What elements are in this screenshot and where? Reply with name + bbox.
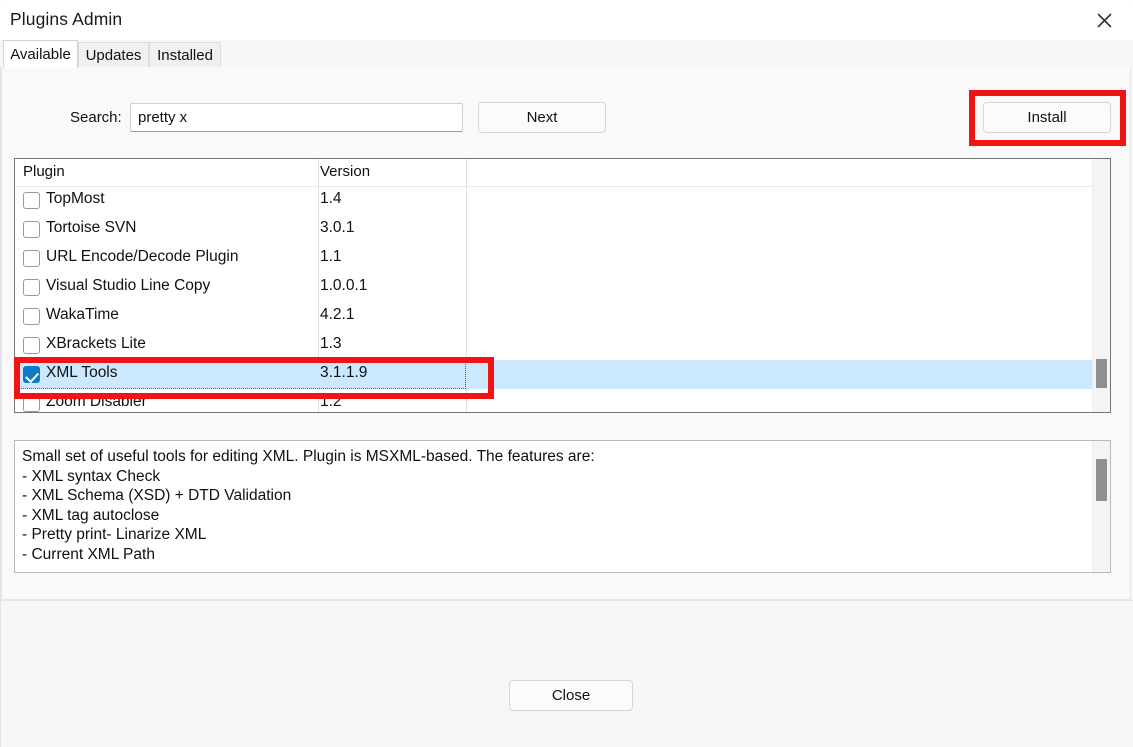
next-button[interactable]: Next [478, 102, 606, 133]
plugin-name: XBrackets Lite [46, 335, 146, 352]
plugins-admin-window: Plugins Admin Available Updates Installe… [0, 0, 1133, 747]
bottom-divider [0, 600, 1133, 601]
page-title: Plugins Admin [10, 9, 123, 29]
table-row[interactable]: WakaTime 4.2.1 [15, 302, 1110, 331]
close-icon[interactable] [1081, 0, 1127, 40]
plugin-version: 1.3 [320, 335, 342, 352]
plugin-name: XML Tools [46, 364, 118, 381]
plugin-list-scrollbar[interactable] [1092, 159, 1110, 412]
close-button[interactable]: Close [509, 680, 633, 711]
checkbox-unchecked[interactable] [23, 250, 40, 267]
plugin-version: 1.2 [320, 393, 342, 410]
column-header-version[interactable]: Version [320, 163, 370, 180]
plugin-version: 1.0.0.1 [320, 277, 368, 294]
checkbox-unchecked[interactable] [23, 308, 40, 325]
plugin-version: 1.4 [320, 190, 342, 207]
tab-available[interactable]: Available [3, 40, 78, 68]
checkbox-unchecked[interactable] [23, 221, 40, 238]
title-bar: Plugins Admin [0, 0, 1133, 40]
checkbox-unchecked[interactable] [23, 192, 40, 209]
plugin-version: 3.1.1.9 [320, 364, 368, 381]
checkbox-checked[interactable] [23, 366, 40, 383]
table-row[interactable]: XBrackets Lite 1.3 [15, 331, 1110, 360]
plugin-name: Tortoise SVN [46, 219, 137, 236]
table-row[interactable]: URL Encode/Decode Plugin 1.1 [15, 244, 1110, 273]
plugin-version: 4.2.1 [320, 306, 355, 323]
table-row[interactable]: Visual Studio Line Copy 1.0.0.1 [15, 273, 1110, 302]
plugin-name: TopMost [46, 190, 105, 207]
plugin-name: URL Encode/Decode Plugin [46, 248, 239, 265]
tab-installed[interactable]: Installed [149, 42, 221, 67]
plugin-description-panel: Small set of useful tools for editing XM… [14, 440, 1111, 573]
plugin-name: Visual Studio Line Copy [46, 277, 211, 294]
tab-available-label: Available [10, 46, 71, 63]
tab-updates-label: Updates [85, 46, 142, 64]
plugin-name: Zoom Disabler [46, 393, 147, 410]
search-label: Search: [70, 109, 122, 126]
checkbox-unchecked[interactable] [23, 395, 40, 412]
table-row[interactable]: TopMost 1.4 [15, 186, 1110, 215]
tab-updates[interactable]: Updates [78, 42, 149, 67]
description-scrollbar-thumb[interactable] [1096, 459, 1107, 501]
description-scrollbar[interactable] [1092, 441, 1110, 572]
plugin-description-text: Small set of useful tools for editing XM… [22, 448, 595, 563]
plugin-list-rows: TopMost 1.4 Tortoise SVN 3.0.1 URL Encode/De… [15, 186, 1110, 412]
plugin-name: WakaTime [46, 306, 119, 323]
list-header-row: Plugin Version [15, 159, 1110, 187]
plugin-list-scrollbar-thumb[interactable] [1096, 359, 1107, 388]
column-header-plugin[interactable]: Plugin [23, 163, 65, 180]
table-row[interactable]: Zoom Disabler 1.2 [15, 389, 1110, 412]
tab-strip: Available Updates Installed [0, 40, 1133, 68]
table-row[interactable]: XML Tools 3.1.1.9 [15, 360, 1110, 389]
checkbox-unchecked[interactable] [23, 279, 40, 296]
plugin-version: 1.1 [320, 248, 342, 265]
search-input[interactable] [130, 103, 463, 132]
plugin-list: Plugin Version TopMost 1.4 Tortoise SVN 3.0… [14, 158, 1111, 413]
table-row[interactable]: Tortoise SVN 3.0.1 [15, 215, 1110, 244]
install-button[interactable]: Install [983, 102, 1111, 133]
plugin-version: 3.0.1 [320, 219, 355, 236]
tab-installed-label: Installed [157, 46, 213, 64]
checkbox-unchecked[interactable] [23, 337, 40, 354]
